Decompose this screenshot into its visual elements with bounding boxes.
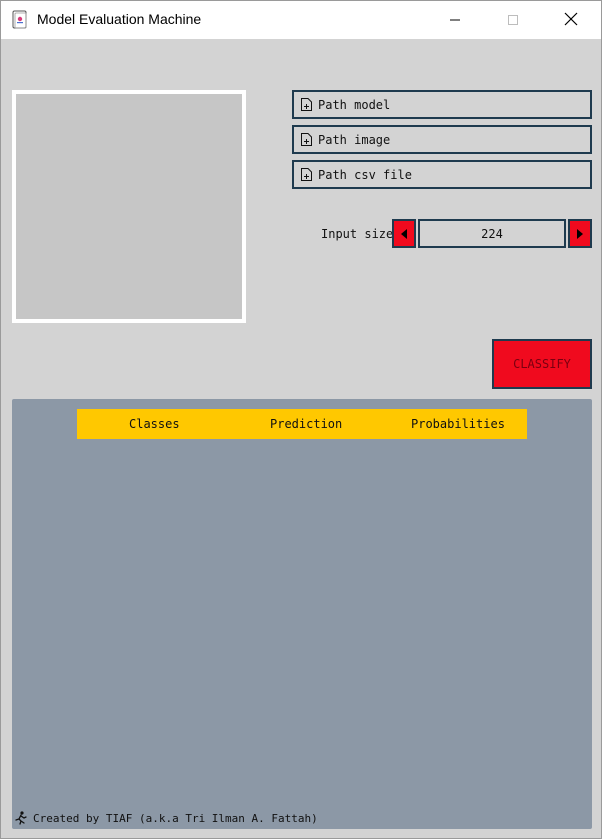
column-header-probabilities: Probabilities (411, 417, 505, 431)
card-app-icon (12, 10, 28, 30)
path-model-label: Path model (318, 97, 391, 112)
classify-button[interactable]: CLASSIFY (492, 339, 592, 389)
path-csv-button[interactable]: Path csv file (292, 160, 592, 189)
input-size-increment-button[interactable] (568, 219, 592, 248)
file-add-icon (301, 133, 312, 146)
maximize-icon (507, 11, 519, 30)
triangle-left-icon (400, 224, 408, 243)
file-add-icon (301, 168, 312, 181)
input-size-decrement-button[interactable] (392, 219, 416, 248)
footer-text: Created by TIAF (a.k.a Tri Ilman A. Fatt… (33, 811, 318, 825)
window-title: Model Evaluation Machine (37, 11, 202, 27)
running-person-icon (15, 811, 27, 825)
image-preview (12, 90, 246, 323)
client-area: Path model Path image Path csv file Inpu… (1, 39, 601, 838)
close-icon (564, 11, 578, 30)
input-size-label: Input size: (321, 227, 401, 241)
path-image-button[interactable]: Path image (292, 125, 592, 154)
close-button[interactable] (548, 1, 594, 39)
footer-credit: Created by TIAF (a.k.a Tri Ilman A. Fatt… (15, 811, 318, 825)
app-window: Model Evaluation Machine Path model Path… (0, 0, 602, 839)
path-csv-label: Path csv file (318, 167, 412, 182)
maximize-button[interactable] (490, 1, 536, 39)
results-table-header: Classes Prediction Probabilities (77, 409, 527, 439)
file-add-icon (301, 98, 312, 111)
column-header-prediction: Prediction (270, 417, 343, 431)
title-bar[interactable]: Model Evaluation Machine (1, 1, 601, 39)
triangle-right-icon (576, 224, 584, 243)
path-image-label: Path image (318, 132, 391, 147)
minimize-icon (449, 11, 461, 30)
path-model-button[interactable]: Path model (292, 90, 592, 119)
results-panel: Classes Prediction Probabilities (12, 399, 592, 829)
minimize-button[interactable] (432, 1, 478, 39)
input-size-value[interactable]: 224 (418, 219, 566, 248)
column-header-classes: Classes (129, 417, 180, 431)
